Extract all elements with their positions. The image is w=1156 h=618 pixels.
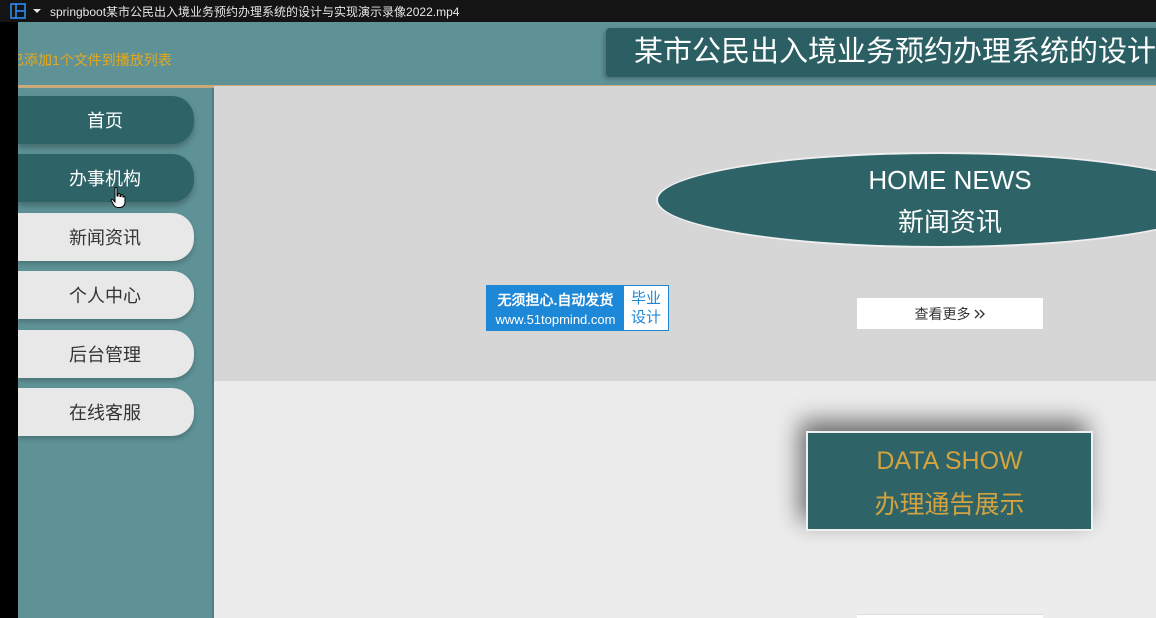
site-header: 已添加1个文件到播放列表 某市公民出入境业务预约办理系统的设计与实 <box>18 22 1156 86</box>
sidebar-item-home[interactable]: 首页 <box>18 96 194 144</box>
window-title: springboot某市公民出入境业务预约办理系统的设计与实现演示录像2022.… <box>50 4 460 19</box>
watermark-tag-line1: 毕业 <box>630 290 661 307</box>
hand-cursor-icon <box>110 186 126 209</box>
data-show-heading-cn: 办理通告展示 <box>874 491 1025 519</box>
watermark-url: www.51topmind.com <box>495 311 616 327</box>
video-frame: 已添加1个文件到播放列表 某市公民出入境业务预约办理系统的设计与实 首页 办事机… <box>18 22 1156 618</box>
sidebar-item-admin[interactable]: 后台管理 <box>18 330 194 378</box>
sidebar-item-news[interactable]: 新闻资讯 <box>18 213 194 261</box>
double-chevron-right-icon <box>974 306 986 322</box>
main-content: HOME NEWS 新闻资讯 无须担心.自动发货 www.51topmind.c… <box>214 86 1156 618</box>
playlist-icon[interactable] <box>9 2 27 20</box>
data-show-heading-en: DATA SHOW <box>876 447 1023 475</box>
player-left-border <box>0 22 18 618</box>
watermark-text-block: 无须担心.自动发货 www.51topmind.com <box>487 286 624 330</box>
data-show-heading: DATA SHOW 办理通告展示 <box>806 431 1093 531</box>
sidebar-item-agencies[interactable]: 办事机构 <box>18 154 194 202</box>
watermark-tag: 毕业 设计 <box>624 286 668 330</box>
view-more-label: 查看更多 <box>914 305 971 322</box>
sidebar: 首页 办事机构 新闻资讯 个人中心 后台管理 在线客服 <box>18 88 212 618</box>
site-title-banner: 某市公民出入境业务预约办理系统的设计与实 <box>606 28 1156 77</box>
notice-card[interactable] <box>857 614 1043 618</box>
watermark-badge: 无须担心.自动发货 www.51topmind.com 毕业 设计 <box>486 285 669 331</box>
window-titlebar: springboot某市公民出入境业务预约办理系统的设计与实现演示录像2022.… <box>0 0 1156 22</box>
news-section: HOME NEWS 新闻资讯 无须担心.自动发货 www.51topmind.c… <box>214 86 1156 381</box>
playlist-toast: 已添加1个文件到播放列表 <box>18 52 172 68</box>
watermark-tag-line2: 设计 <box>630 309 661 326</box>
sidebar-item-online-service[interactable]: 在线客服 <box>18 388 194 436</box>
sidebar-item-personal-center[interactable]: 个人中心 <box>18 271 194 319</box>
dropdown-caret-icon[interactable] <box>31 5 43 17</box>
view-more-button[interactable]: 查看更多 <box>857 298 1043 329</box>
news-heading-en: HOME NEWS <box>868 165 1032 195</box>
watermark-slogan: 无须担心.自动发货 <box>497 291 614 308</box>
news-heading-cn: 新闻资讯 <box>897 207 1002 237</box>
